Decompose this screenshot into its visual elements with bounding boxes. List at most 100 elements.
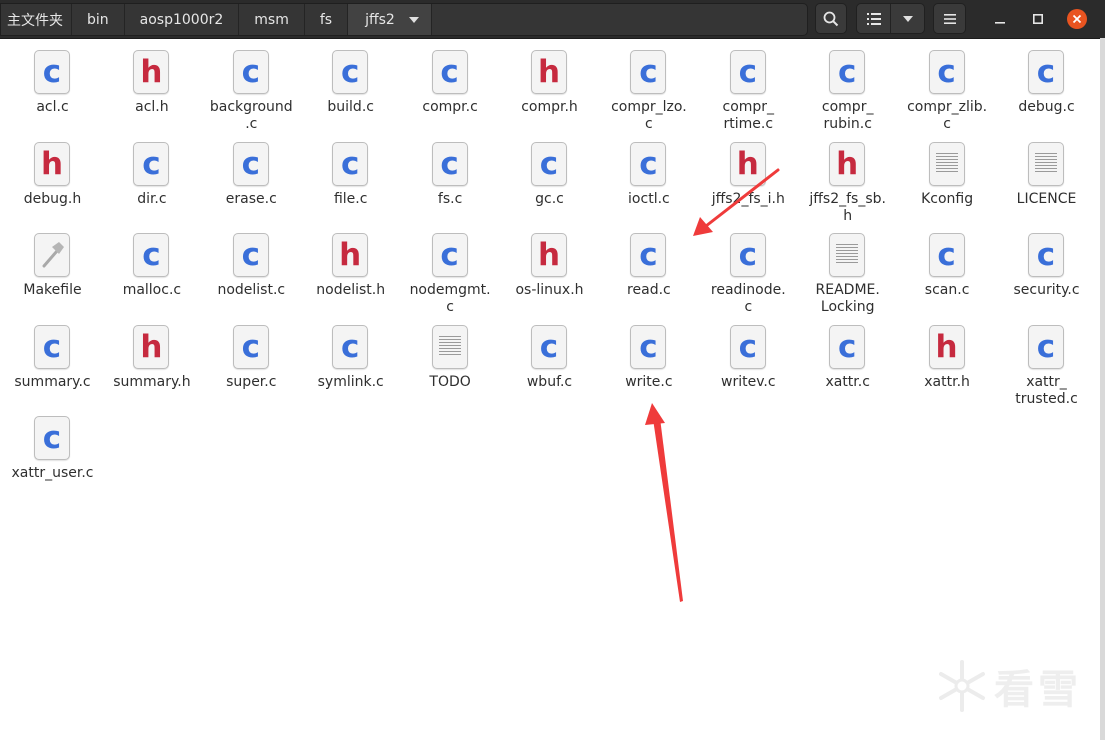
file-item[interactable]: c readinode. c xyxy=(699,225,798,317)
file-name: gc.c xyxy=(535,190,564,207)
file-item[interactable]: README. Locking xyxy=(798,225,897,317)
file-item[interactable]: c xattr_ trusted.c xyxy=(997,317,1096,409)
file-item[interactable]: c read.c xyxy=(599,225,698,317)
file-item[interactable]: c compr_zlib. c xyxy=(898,42,997,134)
file-item[interactable]: c nodemgmt. c xyxy=(401,225,500,317)
maximize-button[interactable] xyxy=(1026,7,1050,31)
file-item[interactable]: h jffs2_fs_i.h xyxy=(699,134,798,226)
scrollbar[interactable] xyxy=(1100,38,1105,740)
file-item[interactable]: c nodelist.c xyxy=(202,225,301,317)
file-item[interactable]: c background .c xyxy=(202,42,301,134)
file-item[interactable]: c compr.c xyxy=(401,42,500,134)
file-item[interactable]: Makefile xyxy=(3,225,102,317)
breadcrumb-item-msm[interactable]: msm xyxy=(239,4,305,35)
file-item[interactable]: c build.c xyxy=(301,42,400,134)
file-item[interactable]: h xattr.h xyxy=(898,317,997,409)
file-name: nodelist.c xyxy=(217,282,286,298)
file-item[interactable]: c file.c xyxy=(301,134,400,226)
c-header-file-icon: h xyxy=(729,141,766,186)
file-type-glyph: c xyxy=(440,145,459,182)
breadcrumb-item-aosp1000r2[interactable]: aosp1000r2 xyxy=(125,4,240,35)
c-source-file-icon: c xyxy=(630,50,667,94)
c-source-file-icon: c xyxy=(729,324,766,369)
breadcrumb-item-home[interactable]: 主文件夹 xyxy=(1,4,72,35)
c-source-file-icon: c xyxy=(1028,50,1064,94)
file-type-glyph: c xyxy=(1036,237,1056,273)
file-item[interactable]: c writev.c xyxy=(699,317,798,409)
breadcrumb-item-jffs2[interactable]: jffs2 xyxy=(348,4,432,35)
file-name: compr_ rubin.c xyxy=(821,99,874,132)
file-item[interactable]: h summary.h xyxy=(102,317,201,409)
file-type-glyph: c xyxy=(241,328,260,365)
c-source-file-icon: c xyxy=(34,50,70,94)
file-item[interactable]: c dir.c xyxy=(102,134,201,226)
list-view-button[interactable] xyxy=(857,4,891,33)
file-type-glyph: h xyxy=(836,145,859,182)
file-name: nodelist.h xyxy=(316,282,386,298)
file-item[interactable]: c debug.c xyxy=(997,42,1096,134)
file-item[interactable]: c compr_lzo. c xyxy=(599,42,698,134)
c-source-file-icon: c xyxy=(232,50,269,94)
file-item[interactable]: c gc.c xyxy=(500,134,599,226)
file-item[interactable]: TODO xyxy=(401,317,500,409)
view-options-button[interactable] xyxy=(891,4,924,33)
file-name: compr.h xyxy=(521,99,578,115)
file-item[interactable]: c erase.c xyxy=(202,134,301,226)
file-item[interactable]: c malloc.c xyxy=(102,225,201,317)
file-type-glyph: c xyxy=(837,54,857,90)
c-source-file-icon: c xyxy=(630,141,667,186)
search-icon xyxy=(823,11,839,26)
file-item[interactable]: h debug.h xyxy=(3,134,102,226)
file-item[interactable]: h nodelist.h xyxy=(301,225,400,317)
file-item[interactable]: c scan.c xyxy=(898,225,997,317)
breadcrumb-item-fs[interactable]: fs xyxy=(305,4,349,35)
c-source-file-icon: c xyxy=(829,324,866,369)
c-source-file-icon: c xyxy=(431,50,468,94)
file-name: jffs2_fs_sb. h xyxy=(809,190,886,224)
file-item[interactable]: LICENCE xyxy=(997,134,1096,226)
c-source-file-icon: c xyxy=(928,50,965,94)
search-button[interactable] xyxy=(815,3,847,34)
file-type-glyph: h xyxy=(140,54,163,90)
file-type-glyph: c xyxy=(42,328,62,365)
file-type-glyph: h xyxy=(736,145,759,182)
file-item[interactable]: h compr.h xyxy=(500,42,599,134)
file-name: acl.h xyxy=(135,99,169,115)
file-type-glyph: h xyxy=(40,145,64,182)
file-name: summary.h xyxy=(113,373,191,390)
main-menu-button[interactable] xyxy=(933,3,966,34)
file-type-glyph: c xyxy=(241,145,260,182)
file-item[interactable]: c compr_ rubin.c xyxy=(798,42,897,134)
file-type-glyph: c xyxy=(937,54,956,90)
file-item[interactable]: c acl.c xyxy=(3,42,102,134)
file-item[interactable]: c symlink.c xyxy=(301,317,400,409)
file-name: dir.c xyxy=(137,190,167,207)
file-name: symlink.c xyxy=(317,373,384,390)
file-item[interactable]: c xattr.c xyxy=(798,317,897,409)
file-item[interactable]: c security.c xyxy=(997,225,1096,317)
file-item[interactable]: c super.c xyxy=(202,317,301,409)
file-item[interactable]: h acl.h xyxy=(102,42,201,134)
minimize-button[interactable] xyxy=(988,7,1012,31)
file-grid: c acl.c h acl.h c background .c c build.c c compr… xyxy=(0,42,1100,740)
file-item[interactable]: c fs.c xyxy=(401,134,500,226)
text-file-icon xyxy=(1028,141,1064,186)
breadcrumb-current-label: jffs2 xyxy=(365,11,395,28)
file-item[interactable]: c summary.c xyxy=(3,317,102,409)
file-type-glyph: h xyxy=(140,328,163,365)
makefile-hammer-icon xyxy=(34,233,70,277)
file-item[interactable]: h os-linux.h xyxy=(500,225,599,317)
file-item[interactable]: h jffs2_fs_sb. h xyxy=(798,134,897,226)
c-source-file-icon: c xyxy=(232,141,269,186)
c-source-file-icon: c xyxy=(34,324,70,369)
file-item[interactable]: c wbuf.c xyxy=(500,317,599,409)
file-name: security.c xyxy=(1013,282,1080,298)
close-button[interactable] xyxy=(1065,7,1089,31)
file-item[interactable]: c write.c xyxy=(599,317,698,409)
breadcrumb-item-bin[interactable]: bin xyxy=(72,4,125,35)
file-item[interactable]: c xattr_user.c xyxy=(3,408,102,500)
file-item[interactable]: c ioctl.c xyxy=(599,134,698,226)
file-item[interactable]: c compr_ rtime.c xyxy=(699,42,798,134)
c-source-file-icon: c xyxy=(729,233,766,277)
file-item[interactable]: Kconfig xyxy=(898,134,997,226)
